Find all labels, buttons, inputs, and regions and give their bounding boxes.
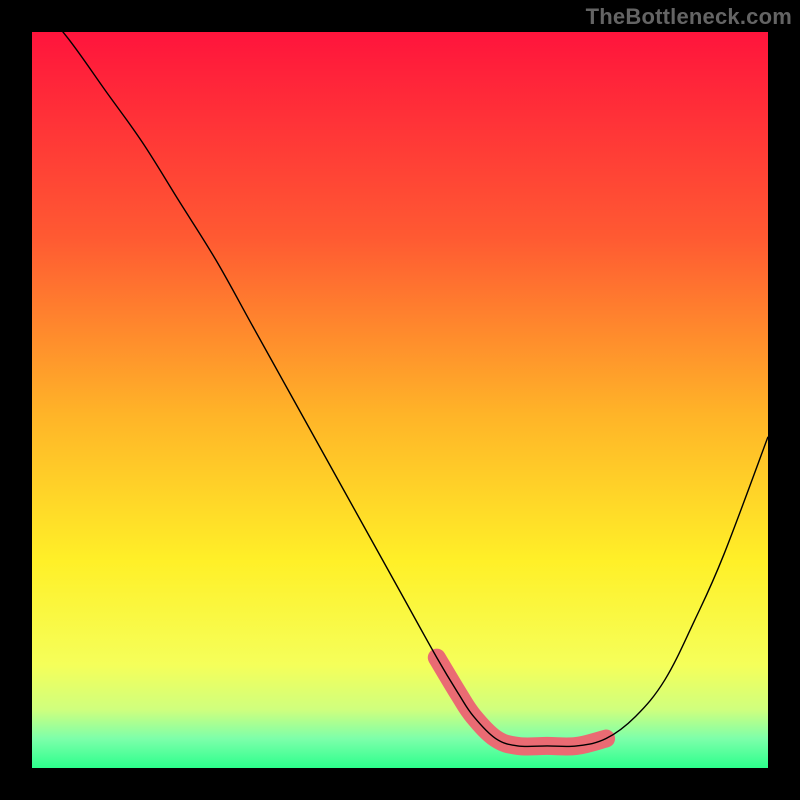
- bottleneck-curve: [32, 32, 768, 747]
- valley-highlight: [437, 658, 606, 747]
- plot-area: [32, 32, 768, 768]
- outer-frame: TheBottleneck.com: [0, 0, 800, 800]
- curve-layer: [32, 32, 768, 768]
- watermark-text: TheBottleneck.com: [586, 4, 792, 30]
